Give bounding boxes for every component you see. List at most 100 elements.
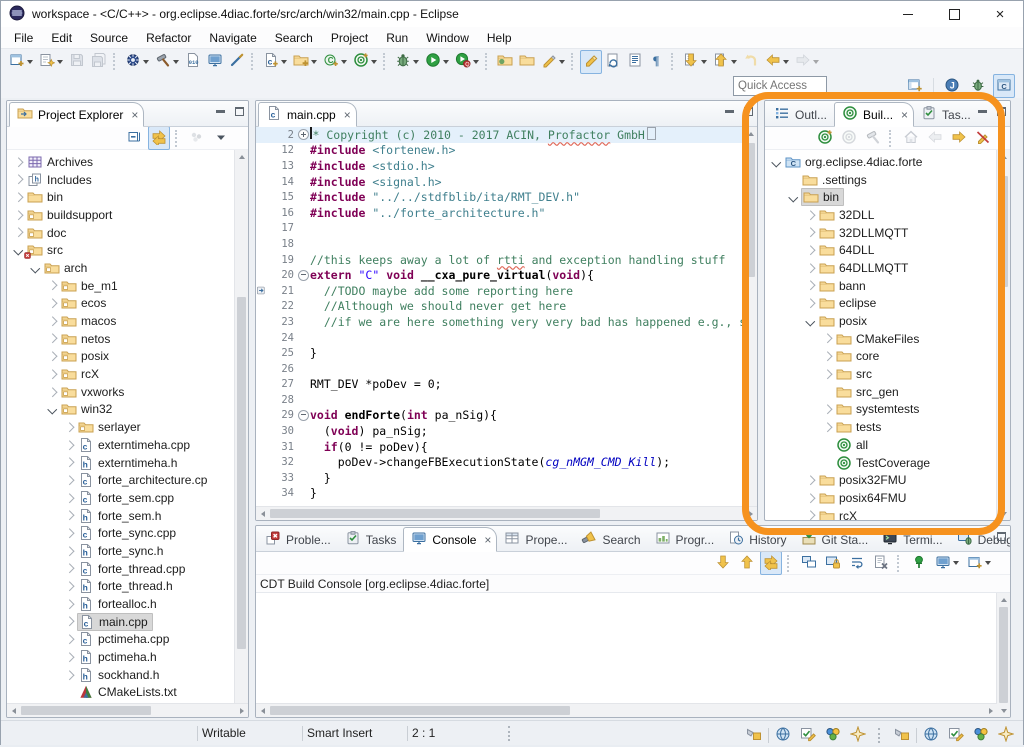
tab-buil[interactable]: Buil...× bbox=[834, 102, 914, 127]
tab-git-sta[interactable]: Git Sta... bbox=[794, 528, 876, 551]
tree-item-rcx[interactable]: rcX bbox=[7, 365, 248, 383]
tree-item-settings[interactable]: .settings bbox=[765, 171, 1010, 189]
tree-item-org-eclipse-4diac-forte[interactable]: Corg.eclipse.4diac.forte bbox=[765, 153, 1010, 171]
expand-arrow-icon[interactable] bbox=[803, 512, 818, 519]
tab-main-cpp[interactable]: cmain.cpp× bbox=[258, 102, 357, 127]
make-target-button[interactable] bbox=[350, 50, 380, 74]
minimize-view-button[interactable] bbox=[725, 110, 734, 113]
arrow-up-button[interactable] bbox=[736, 551, 758, 575]
arrow-left-gray-button[interactable] bbox=[924, 126, 946, 150]
tree-item-src-gen[interactable]: src_gen bbox=[765, 383, 1010, 401]
monitor-button[interactable] bbox=[932, 551, 962, 575]
maximize-view-button[interactable] bbox=[235, 107, 244, 116]
dropdown-arrow-icon[interactable] bbox=[473, 60, 479, 64]
wheel-button[interactable] bbox=[122, 50, 152, 74]
tree-item-vxworks[interactable]: vxworks bbox=[7, 383, 248, 401]
expand-arrow-icon[interactable] bbox=[62, 530, 77, 537]
dropdown-arrow-icon[interactable] bbox=[953, 561, 959, 565]
dropdown-arrow-icon[interactable] bbox=[701, 60, 707, 64]
tree-item-doc[interactable]: doc bbox=[7, 224, 248, 242]
expand-arrow-icon[interactable] bbox=[803, 495, 818, 502]
tree-item-be-m1[interactable]: be_m1 bbox=[7, 277, 248, 295]
pencil-slash-button[interactable] bbox=[972, 126, 994, 150]
check-pencil-status-button[interactable] bbox=[797, 723, 819, 747]
wrap-lines-button[interactable] bbox=[846, 551, 868, 575]
minimize-view-button[interactable] bbox=[978, 110, 987, 113]
tree-item-externtimeha-cpp[interactable]: cexterntimeha.cpp bbox=[7, 436, 248, 454]
expand-arrow-icon[interactable] bbox=[11, 212, 26, 219]
maximize-button[interactable] bbox=[931, 1, 977, 27]
dropdown-arrow-icon[interactable] bbox=[27, 60, 33, 64]
tab-tasks[interactable]: Tasks bbox=[338, 528, 404, 551]
tab-progr[interactable]: Progr... bbox=[648, 528, 722, 551]
tab-history[interactable]: History bbox=[721, 528, 793, 551]
tree-item-testcoverage[interactable]: TestCoverage bbox=[765, 454, 1010, 472]
dropdown-arrow-icon[interactable] bbox=[311, 60, 317, 64]
expand-arrow-icon[interactable] bbox=[62, 636, 77, 643]
home-button[interactable] bbox=[900, 126, 922, 150]
expand-arrow-icon[interactable] bbox=[11, 159, 26, 166]
link-editor-button[interactable] bbox=[148, 126, 170, 150]
hand-box-status-button[interactable] bbox=[743, 723, 765, 747]
editor-vscrollbar[interactable] bbox=[743, 127, 757, 520]
expand-arrow-icon[interactable] bbox=[11, 176, 26, 183]
expand-arrow-icon[interactable] bbox=[820, 424, 835, 431]
compass-status-button[interactable] bbox=[847, 723, 869, 747]
tree-item-macos[interactable]: macos bbox=[7, 312, 248, 330]
collapse-all-button[interactable] bbox=[124, 126, 146, 150]
expand-arrow-icon[interactable] bbox=[45, 353, 60, 360]
highlight-button[interactable] bbox=[580, 50, 602, 74]
balls-status-button[interactable] bbox=[822, 723, 844, 747]
expand-arrow-icon[interactable] bbox=[803, 282, 818, 289]
expand-arrow-icon[interactable] bbox=[803, 265, 818, 272]
expand-arrow-icon[interactable] bbox=[62, 672, 77, 679]
debug-perspective-button[interactable] bbox=[967, 74, 989, 98]
code-editor[interactable]: 2* Copyright (c) 2010 - 2017 ACIN, Profa… bbox=[256, 127, 757, 520]
tree-item-sockhand-h[interactable]: hsockhand.h bbox=[7, 666, 248, 684]
save-all-button[interactable] bbox=[88, 50, 110, 74]
tree-item-32dllmqtt[interactable]: 32DLLMQTT bbox=[765, 224, 1010, 242]
dropdown-arrow-icon[interactable] bbox=[281, 60, 287, 64]
minimize-view-button[interactable] bbox=[216, 110, 225, 113]
editor-hscrollbar[interactable] bbox=[256, 506, 757, 520]
project-explorer-vscrollbar[interactable] bbox=[234, 150, 248, 717]
console-hscrollbar[interactable] bbox=[256, 703, 997, 717]
expand-arrow-icon[interactable] bbox=[820, 371, 835, 378]
menu-item-run[interactable]: Run bbox=[377, 29, 417, 47]
expand-arrow-icon[interactable] bbox=[62, 495, 77, 502]
expand-arrow-icon[interactable] bbox=[45, 282, 60, 289]
fold-plus-icon[interactable] bbox=[297, 129, 310, 140]
refresh-doc-button[interactable] bbox=[602, 50, 624, 74]
tree-item-systemtests[interactable]: systemtests bbox=[765, 401, 1010, 419]
tree-item-src[interactable]: src bbox=[765, 365, 1010, 383]
tree-item-bin[interactable]: bin bbox=[7, 188, 248, 206]
tree-item-serlayer[interactable]: serlayer bbox=[7, 418, 248, 436]
expand-arrow-icon[interactable] bbox=[11, 229, 26, 236]
expand-arrow-icon[interactable] bbox=[62, 459, 77, 466]
tree-item-eclipse[interactable]: eclipse bbox=[765, 295, 1010, 313]
dropdown-arrow-icon[interactable] bbox=[813, 60, 819, 64]
tree-item-posix[interactable]: posix bbox=[7, 348, 248, 366]
tree-item-posix[interactable]: posix bbox=[765, 312, 1010, 330]
dropdown-arrow-icon[interactable] bbox=[57, 60, 63, 64]
dropdown-arrow-icon[interactable] bbox=[731, 60, 737, 64]
arrow-left-button[interactable] bbox=[762, 50, 792, 74]
globe-status-button[interactable] bbox=[772, 723, 794, 747]
collapse-arrow-icon[interactable] bbox=[769, 159, 784, 166]
expand-arrow-icon[interactable] bbox=[803, 229, 818, 236]
export-folder-button[interactable] bbox=[516, 50, 538, 74]
collapse-arrow-icon[interactable] bbox=[28, 265, 43, 272]
maximize-view-button[interactable] bbox=[744, 107, 753, 116]
close-button[interactable]: × bbox=[977, 1, 1023, 27]
expand-arrow-icon[interactable] bbox=[62, 654, 77, 661]
balls-status-button[interactable] bbox=[970, 723, 992, 747]
menu-item-navigate[interactable]: Navigate bbox=[200, 29, 265, 47]
tree-item-bin[interactable]: bin bbox=[765, 188, 1010, 206]
collapse-arrow-icon[interactable] bbox=[803, 318, 818, 325]
minimize-button[interactable] bbox=[885, 1, 931, 27]
close-tab-icon[interactable]: × bbox=[901, 108, 908, 122]
tree-item-forte-sem-h[interactable]: hforte_sem.h bbox=[7, 507, 248, 525]
tab-tas[interactable]: Tas... bbox=[914, 103, 978, 126]
build-targets-vscrollbar[interactable] bbox=[996, 150, 1010, 520]
close-tab-icon[interactable]: × bbox=[344, 108, 351, 122]
